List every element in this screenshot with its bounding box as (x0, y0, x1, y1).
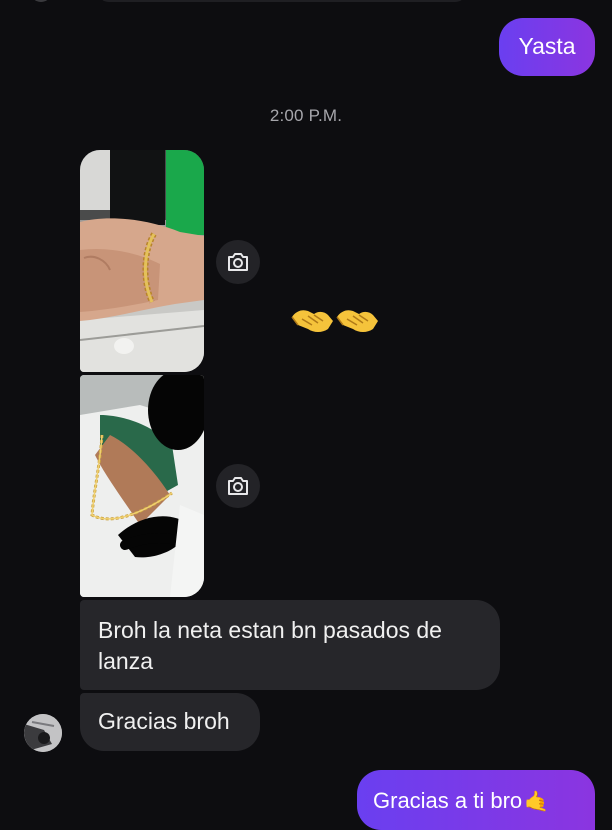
previous-message-remnant (0, 0, 612, 4)
shared-photo-bracelet[interactable] (80, 150, 204, 372)
handshake-reaction[interactable] (290, 301, 380, 337)
previous-bubble-edge (97, 0, 467, 2)
received-message-text: Broh la neta estan bn pasados de lanza (98, 617, 442, 674)
avatar[interactable] (24, 714, 62, 752)
camera-icon (228, 477, 248, 495)
sent-message-text: Yasta (518, 33, 576, 59)
sent-message[interactable]: Gracias a ti bro 🤙 (357, 770, 595, 830)
camera-button[interactable] (216, 240, 260, 284)
camera-icon (228, 253, 248, 271)
message-timestamp: 2:00 P.M. (269, 106, 343, 125)
received-message[interactable]: Broh la neta estan bn pasados de lanza (80, 600, 500, 690)
previous-avatar-edge (30, 0, 52, 2)
shared-photo-chain[interactable] (80, 375, 204, 597)
sent-message-yasta[interactable]: Yasta (499, 18, 595, 76)
call-me-hand-emoji: 🤙 (524, 791, 550, 813)
sent-message-text: Gracias a ti bro (373, 788, 523, 813)
received-message-text: Gracias broh (98, 708, 230, 734)
received-message[interactable]: Gracias broh (80, 693, 260, 751)
handshake-icon (291, 310, 378, 332)
camera-button[interactable] (216, 464, 260, 508)
